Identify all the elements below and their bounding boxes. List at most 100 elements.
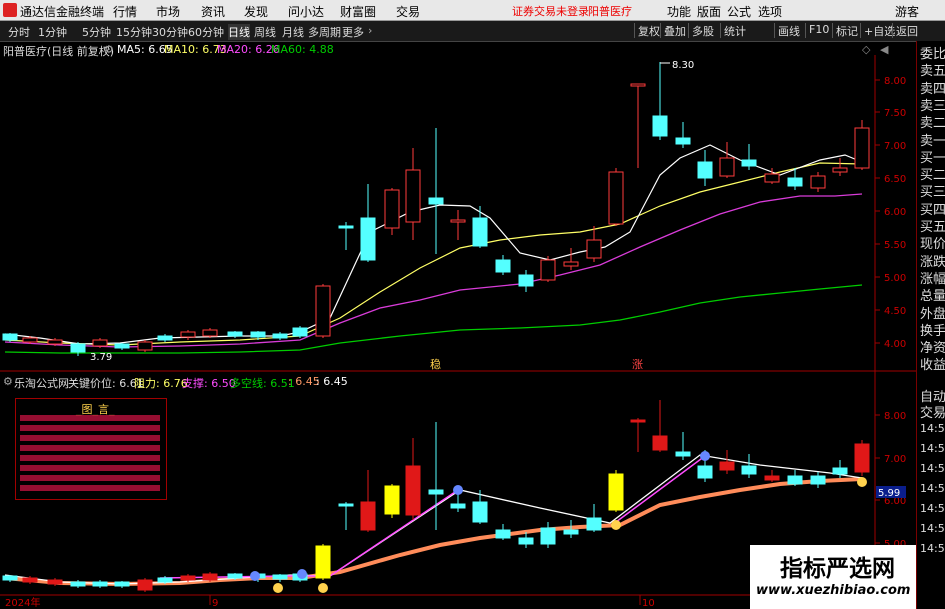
sub-candle-body [810,475,826,485]
tick-time: 14:5 [920,482,945,495]
legend-text-row [20,485,160,491]
low-annotation: 3.79 [90,352,112,363]
quote-field-10: 买五 [920,220,945,235]
sub-candle-body [764,475,780,481]
sub-candle-body [495,529,511,539]
sub-candle-body [450,503,466,509]
main-candle-body [360,217,376,261]
quote-field-9: 买四 [920,202,945,218]
sub-candle-body [518,537,534,545]
main-candle-body [180,331,196,338]
sub-candle-body [272,574,288,580]
sub-tick-label: 7.00 [884,454,906,465]
quote-field-15: 外盘 [920,306,945,322]
main-candle-body [405,169,421,223]
main-candle-body [608,171,624,225]
signal-face-icon [250,571,260,581]
main-tick-label: 4.50 [884,306,906,317]
sub-candle-body [180,575,196,581]
quote-field-14: 总量 [920,289,945,305]
sub-candle-body [157,577,173,583]
tick-time: 14:5 [920,502,945,515]
sub-candle-body [563,529,579,535]
signal-face-icon [611,520,621,530]
quote-side-panel: 委比 卖五 卖四 卖三 卖二 卖一 买一 买二 买三 买四 买五 现价 涨跌 涨幅 总量 外盘 换手 净资 收益 自动… [916,41,945,609]
signal-marker-stable: 稳 [430,357,441,371]
sub-tick-label: 8.00 [884,411,906,422]
main-candle-body [787,177,803,187]
sub-candle-body [384,485,400,515]
main-tick-label: 7.00 [884,141,906,152]
main-candle-body [652,115,668,137]
sub-candle-body [540,527,556,545]
signal-face-icon [700,451,710,461]
legend-text-row [20,475,160,481]
quote-field-5: 卖一 [920,133,945,149]
sub-candle-body [92,581,108,587]
main-candle-body [47,339,63,345]
sub-candle-body [2,575,18,581]
main-candle-body [697,161,713,179]
quote-field-7: 买二 [920,168,945,184]
main-candle-body [70,343,86,353]
main-candle-body [2,333,18,341]
main-candle-body [272,333,288,339]
signal-marker-rise: 涨 [632,358,643,371]
quote-field-1: 卖五 [920,64,945,80]
main-tick-label: 4.00 [884,339,906,350]
legend-text-row [20,455,160,461]
x-label-sep: 9 [212,598,218,609]
main-candle-body [719,157,735,177]
trade-field-1[interactable]: 交易 [920,402,945,421]
main-candle-body [810,175,826,189]
quote-field-13: 涨幅 [920,271,945,287]
watermark-url: www.xuezhibiao.com [756,583,911,598]
quote-field-8: 买三 [920,185,945,201]
quote-field-6: 买一 [920,150,945,166]
sub-candle-body [338,503,354,507]
main-tick-label: 7.50 [884,108,906,119]
main-tick-label: 5.50 [884,240,906,251]
quote-field-11: 现价 [920,237,945,253]
tick-time: 14:5 [920,442,945,455]
high-annotation: 8.30 [672,60,694,71]
main-candle-body [157,335,173,341]
signal-face-icon [273,583,283,593]
sub-candle-body [472,501,488,523]
main-candle-body [540,259,556,281]
main-candle-body [832,167,848,173]
sub-candle-body [586,517,602,531]
main-candle-body [741,159,757,167]
main-candle-body [764,173,780,183]
main-candle-body [250,331,266,338]
sub-candle-body [47,579,63,585]
quote-field-18: 收益 [920,358,945,374]
sub-candle-body [630,419,646,423]
watermark-cn: 指标严选网 [780,556,895,582]
main-tick-label: 6.50 [884,174,906,185]
x-label-2024: 2024年 [5,596,40,609]
quote-field-4: 卖二 [920,116,945,132]
legend-text-row [20,435,160,441]
main-candle-body [202,329,218,337]
sub-candle-body [202,573,218,581]
legend-text-row [20,415,160,421]
main-candle-body [292,327,308,337]
watermark-logo: 指标严选网 www.xuezhibiao.com [750,545,916,609]
main-candle-body [630,83,646,87]
formula-legend-box: _图_言_ [15,398,167,500]
main-candle-body [22,337,38,343]
quote-field-0: 委比 [920,47,945,62]
main-candle-body [854,127,870,169]
sub-candle-body [70,581,86,587]
ma20-line [4,193,863,348]
kline-chart[interactable]: 8.00 7.50 7.00 6.50 6.00 5.50 5.00 4.50 4.00 8.0… [0,0,945,609]
legend-text-row [20,465,160,471]
tick-time: 14:5 [920,462,945,475]
sub-candle-body [652,435,668,451]
main-candle-body [338,225,354,229]
sub-candle-body [315,545,331,579]
main-tick-label: 8.00 [884,76,906,87]
quote-field-3: 卖三 [920,98,945,114]
support-link-line-2 [615,455,706,523]
